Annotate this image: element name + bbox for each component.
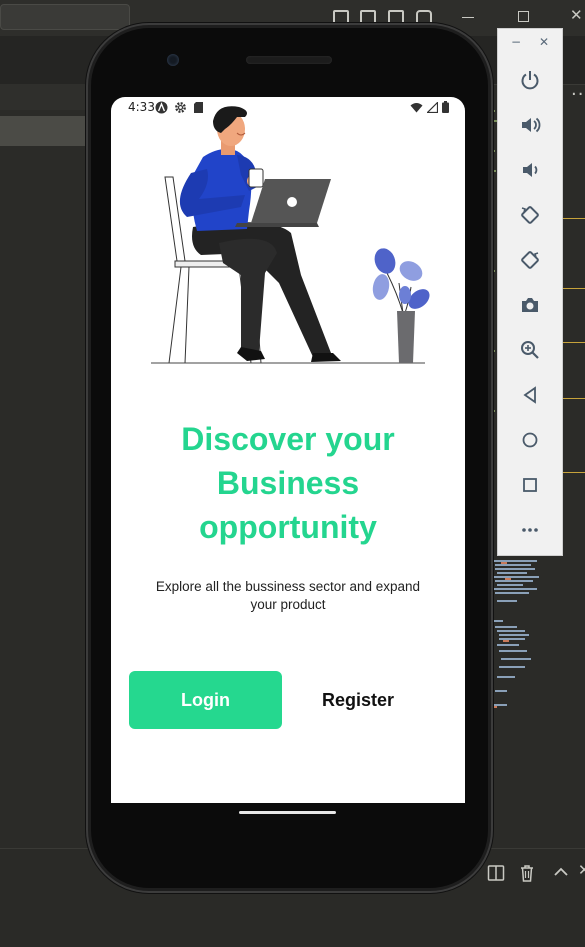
minimize-icon[interactable] [462, 17, 474, 18]
chevron-up-icon[interactable] [553, 866, 569, 878]
close-icon[interactable]: ✕ [539, 35, 549, 49]
restore-icon[interactable] [518, 11, 529, 22]
earpiece-speaker [246, 56, 332, 64]
front-camera [167, 54, 179, 66]
headline-line: Discover your [181, 421, 395, 457]
close-icon[interactable]: ✕ [570, 6, 583, 24]
emulator-control-panel: − ✕ [497, 28, 563, 556]
more-icon[interactable] [515, 515, 545, 545]
login-button[interactable]: Login [129, 671, 282, 729]
layout-right-icon[interactable] [388, 10, 404, 26]
camera-icon[interactable] [515, 290, 545, 320]
android-emulator-device: 4:33 Discover your Business opportunity … [91, 28, 488, 888]
layout-custom-icon[interactable] [416, 10, 432, 26]
headline-line: Business [216, 465, 360, 501]
gesture-home-bar[interactable] [239, 811, 336, 814]
rotate-left-icon[interactable] [515, 200, 545, 230]
layout-bottom-icon[interactable] [360, 10, 376, 26]
back-icon[interactable] [515, 380, 545, 410]
rotate-right-icon[interactable] [515, 245, 545, 275]
power-icon[interactable] [515, 65, 545, 95]
volume-down-icon[interactable] [515, 155, 545, 185]
trash-icon[interactable] [518, 863, 536, 883]
overview-icon[interactable] [515, 470, 545, 500]
onboarding-subtitle: Explore all the bussiness sector and exp… [155, 579, 421, 612]
hero-illustration [151, 106, 430, 364]
layout-left-icon[interactable] [333, 10, 349, 26]
zoom-icon[interactable] [515, 335, 545, 365]
battery-icon [442, 101, 449, 113]
plant-illustration [372, 248, 430, 363]
onboarding-headline: Discover your Business opportunity [111, 417, 465, 549]
home-icon[interactable] [515, 425, 545, 455]
volume-up-icon[interactable] [515, 110, 545, 140]
register-button[interactable]: Register [281, 671, 435, 729]
minimize-icon[interactable]: − [511, 35, 521, 49]
close-icon[interactable]: ✕ [578, 861, 585, 879]
ide-explorer-row [0, 84, 92, 110]
app-screen: 4:33 Discover your Business opportunity … [111, 97, 465, 803]
ide-explorer-row-selected[interactable] [0, 116, 92, 146]
split-editor-icon[interactable] [487, 864, 505, 882]
headline-line: opportunity [199, 509, 377, 545]
more-actions-icon[interactable]: ··· [571, 84, 585, 105]
ide-search-box[interactable] [0, 4, 130, 30]
person-illustration [179, 106, 341, 362]
